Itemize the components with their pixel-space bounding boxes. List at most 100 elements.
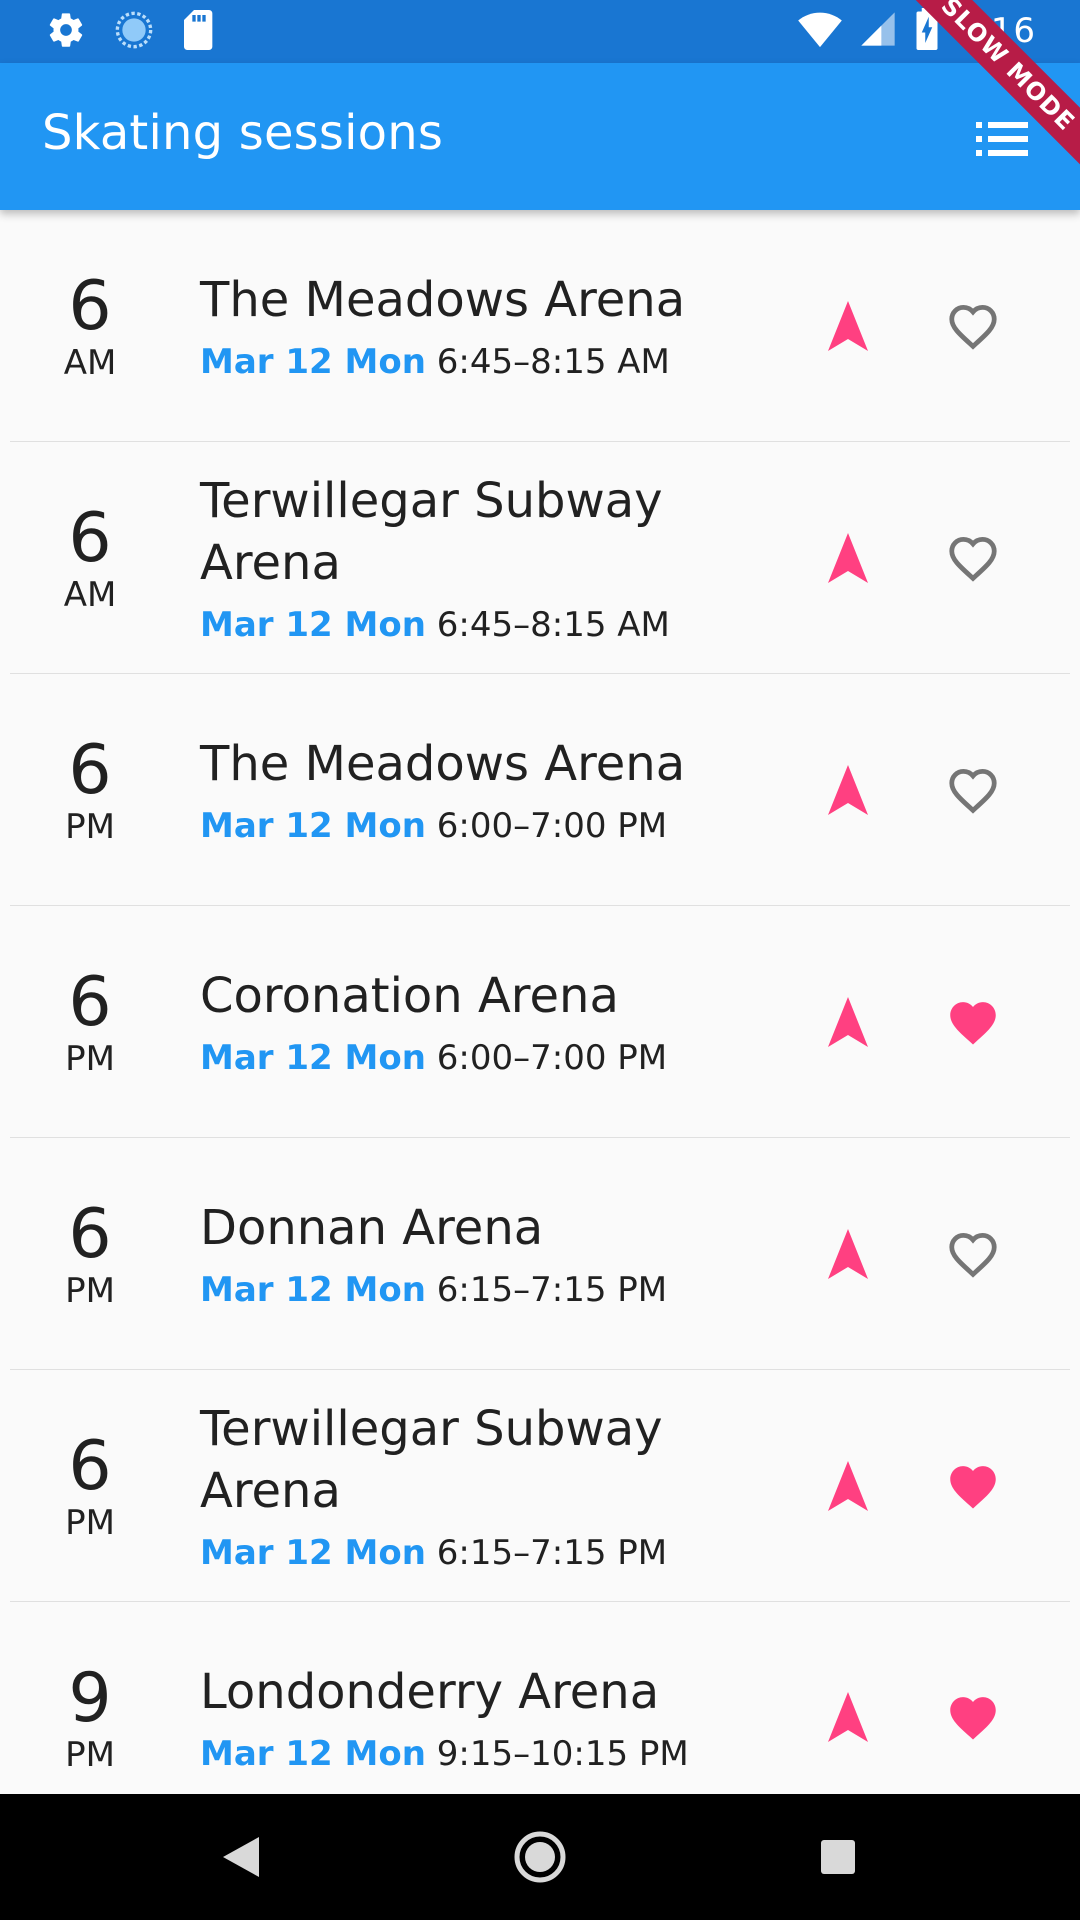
favorite-button[interactable] <box>940 293 1006 359</box>
heart-outline-icon <box>949 536 997 582</box>
session-info: Coronation Arena Mar 12 Mon 6:00–7:00 PM <box>200 906 720 1137</box>
hour-number: 6 <box>68 498 112 578</box>
navigate-button[interactable] <box>815 1684 881 1750</box>
favorite-button[interactable] <box>940 989 1006 1055</box>
arena-name: The Meadows Arena <box>200 271 686 328</box>
favorite-button[interactable] <box>940 1221 1006 1287</box>
navigation-icon <box>828 1460 868 1511</box>
session-time: 6:15–7:15 PM <box>436 1269 668 1310</box>
status-bar: 9:16 <box>0 0 1080 63</box>
list-icon <box>976 122 1028 156</box>
session-hour: 9 PM <box>38 1602 142 1794</box>
session-hour: 6 AM <box>38 210 142 441</box>
hour-ampm: AM <box>63 342 117 383</box>
session-info: The Meadows Arena Mar 12 Mon 6:00–7:00 P… <box>200 674 720 905</box>
navigate-button[interactable] <box>815 989 881 1055</box>
arena-name: Terwillegar Subway Arena <box>200 1400 663 1519</box>
session-time: 6:45–8:15 AM <box>436 341 670 382</box>
hour-ampm: PM <box>65 1502 115 1543</box>
arena-name: Donnan Arena <box>200 1199 544 1256</box>
session-date: Mar 12 Mon <box>200 1037 426 1078</box>
navigation-icon <box>828 300 868 351</box>
hour-ampm: PM <box>65 1270 115 1311</box>
heart-filled-icon <box>950 1465 996 1509</box>
sd-card-icon <box>182 10 216 54</box>
favorite-button[interactable] <box>940 1453 1006 1519</box>
session-info: Londonderry Arena Mar 12 Mon 9:15–10:15 … <box>200 1602 720 1794</box>
arena-name: Coronation Arena <box>200 967 619 1024</box>
session-row[interactable]: 6 PM Coronation Arena Mar 12 Mon 6:00–7:… <box>10 906 1070 1138</box>
favorite-button[interactable] <box>940 757 1006 823</box>
heart-filled-icon <box>950 1697 996 1740</box>
list-view-button[interactable] <box>974 111 1030 167</box>
session-row[interactable]: 6 AM Terwillegar Subway Arena Mar 12 Mon… <box>10 442 1070 674</box>
session-row[interactable]: 6 PM Donnan Arena Mar 12 Mon 6:15–7:15 P… <box>10 1138 1070 1370</box>
arena-name: Londonderry Arena <box>200 1663 660 1720</box>
hour-number: 9 <box>68 1658 112 1738</box>
recents-icon <box>821 1840 855 1874</box>
navigate-button[interactable] <box>815 525 881 591</box>
session-list[interactable]: 6 AM The Meadows Arena Mar 12 Mon 6:45–8… <box>0 210 1080 1794</box>
hour-ampm: PM <box>65 1734 115 1775</box>
heart-filled-icon <box>950 1001 996 1045</box>
session-date: Mar 12 Mon <box>200 1532 426 1573</box>
recents-button[interactable] <box>805 1824 871 1890</box>
navigation-icon <box>828 996 868 1047</box>
favorite-button[interactable] <box>940 1684 1006 1750</box>
session-info: Terwillegar Subway Arena Mar 12 Mon 6:45… <box>200 442 720 673</box>
session-time: 6:45–8:15 AM <box>436 604 670 645</box>
navigation-icon <box>828 532 868 583</box>
wifi-icon <box>797 9 842 53</box>
arena-name: Terwillegar Subway Arena <box>200 472 663 591</box>
session-when: Mar 12 Mon 6:45–8:15 AM <box>200 341 720 383</box>
navigate-button[interactable] <box>815 1221 881 1287</box>
back-icon <box>223 1837 259 1877</box>
session-time: 6:00–7:00 PM <box>436 1037 668 1078</box>
home-icon <box>514 1831 566 1883</box>
hour-number: 6 <box>68 1426 112 1506</box>
session-row[interactable]: 9 PM Londonderry Arena Mar 12 Mon 9:15–1… <box>10 1602 1070 1794</box>
favorite-button[interactable] <box>940 525 1006 591</box>
navigation-icon <box>828 764 868 815</box>
hour-number: 6 <box>68 1194 112 1274</box>
session-row[interactable]: 6 PM The Meadows Arena Mar 12 Mon 6:00–7… <box>10 674 1070 906</box>
session-hour: 6 PM <box>38 1138 142 1369</box>
session-row[interactable]: 6 AM The Meadows Arena Mar 12 Mon 6:45–8… <box>10 210 1070 442</box>
page-title: Skating sessions <box>42 105 444 161</box>
hour-number: 6 <box>68 962 112 1042</box>
signal-icon <box>858 9 898 53</box>
session-date: Mar 12 Mon <box>200 805 426 846</box>
hour-ampm: PM <box>65 806 115 847</box>
session-date: Mar 12 Mon <box>200 604 426 645</box>
navigate-button[interactable] <box>815 1453 881 1519</box>
hour-number: 6 <box>68 266 112 346</box>
session-time: 9:15–10:15 PM <box>436 1733 689 1774</box>
session-when: Mar 12 Mon 6:00–7:00 PM <box>200 1037 720 1079</box>
heart-outline-icon <box>949 1232 997 1278</box>
gear-icon <box>46 10 86 54</box>
hour-ampm: AM <box>63 574 117 615</box>
sync-icon <box>114 10 154 54</box>
session-when: Mar 12 Mon 6:45–8:15 AM <box>200 604 720 646</box>
session-hour: 6 AM <box>38 442 142 673</box>
navigate-button[interactable] <box>815 293 881 359</box>
session-when: Mar 12 Mon 9:15–10:15 PM <box>200 1733 720 1775</box>
hour-number: 6 <box>68 730 112 810</box>
session-date: Mar 12 Mon <box>200 341 426 382</box>
session-info: Donnan Arena Mar 12 Mon 6:15–7:15 PM <box>200 1138 720 1369</box>
session-date: Mar 12 Mon <box>200 1733 426 1774</box>
session-time: 6:15–7:15 PM <box>436 1532 668 1573</box>
session-info: The Meadows Arena Mar 12 Mon 6:45–8:15 A… <box>200 210 720 441</box>
session-when: Mar 12 Mon 6:15–7:15 PM <box>200 1269 720 1311</box>
arena-name: The Meadows Arena <box>200 735 686 792</box>
navigation-icon <box>828 1228 868 1279</box>
session-time: 6:00–7:00 PM <box>436 805 668 846</box>
navigation-icon <box>828 1692 868 1742</box>
session-info: Terwillegar Subway Arena Mar 12 Mon 6:15… <box>200 1370 720 1601</box>
back-button[interactable] <box>208 1824 274 1890</box>
session-row[interactable]: 6 PM Terwillegar Subway Arena Mar 12 Mon… <box>10 1370 1070 1602</box>
home-button[interactable] <box>507 1824 573 1890</box>
navigate-button[interactable] <box>815 757 881 823</box>
heart-outline-icon <box>949 768 997 814</box>
session-date: Mar 12 Mon <box>200 1269 426 1310</box>
